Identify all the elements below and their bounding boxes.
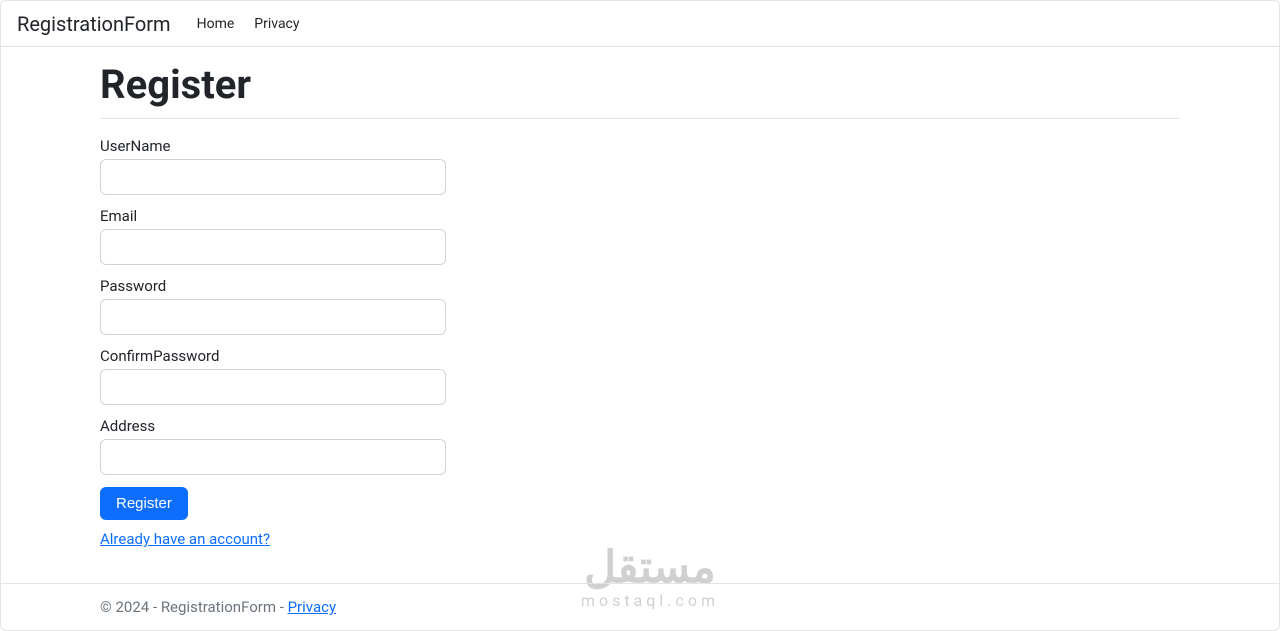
- register-button[interactable]: Register: [100, 487, 188, 520]
- main-container: Register UserName Email Password Confirm…: [100, 47, 1180, 548]
- navbar: RegistrationForm Home Privacy: [1, 1, 1279, 47]
- footer-inner: © 2024 - RegistrationForm - Privacy: [100, 598, 1180, 616]
- confirmpassword-input[interactable]: [100, 369, 446, 405]
- nav-link-privacy[interactable]: Privacy: [244, 10, 309, 38]
- already-have-account-link[interactable]: Already have an account?: [100, 530, 270, 548]
- form-group-address: Address: [100, 417, 1180, 475]
- username-input[interactable]: [100, 159, 446, 195]
- email-input[interactable]: [100, 229, 446, 265]
- address-label: Address: [100, 417, 1180, 435]
- password-label: Password: [100, 277, 1180, 295]
- form-group-email: Email: [100, 207, 1180, 265]
- title-divider: [100, 118, 1180, 119]
- navbar-brand[interactable]: RegistrationForm: [17, 12, 171, 36]
- form-group-username: UserName: [100, 137, 1180, 195]
- register-form: UserName Email Password ConfirmPassword …: [100, 137, 1180, 548]
- address-input[interactable]: [100, 439, 446, 475]
- email-label: Email: [100, 207, 1180, 225]
- footer: © 2024 - RegistrationForm - Privacy: [1, 583, 1279, 630]
- confirmpassword-label: ConfirmPassword: [100, 347, 1180, 365]
- form-group-confirmpassword: ConfirmPassword: [100, 347, 1180, 405]
- footer-privacy-link[interactable]: Privacy: [288, 598, 336, 616]
- password-input[interactable]: [100, 299, 446, 335]
- page-title: Register: [100, 61, 1180, 108]
- username-label: UserName: [100, 137, 1180, 155]
- footer-copyright: © 2024 - RegistrationForm -: [100, 598, 288, 616]
- nav-link-home[interactable]: Home: [187, 10, 245, 38]
- form-group-password: Password: [100, 277, 1180, 335]
